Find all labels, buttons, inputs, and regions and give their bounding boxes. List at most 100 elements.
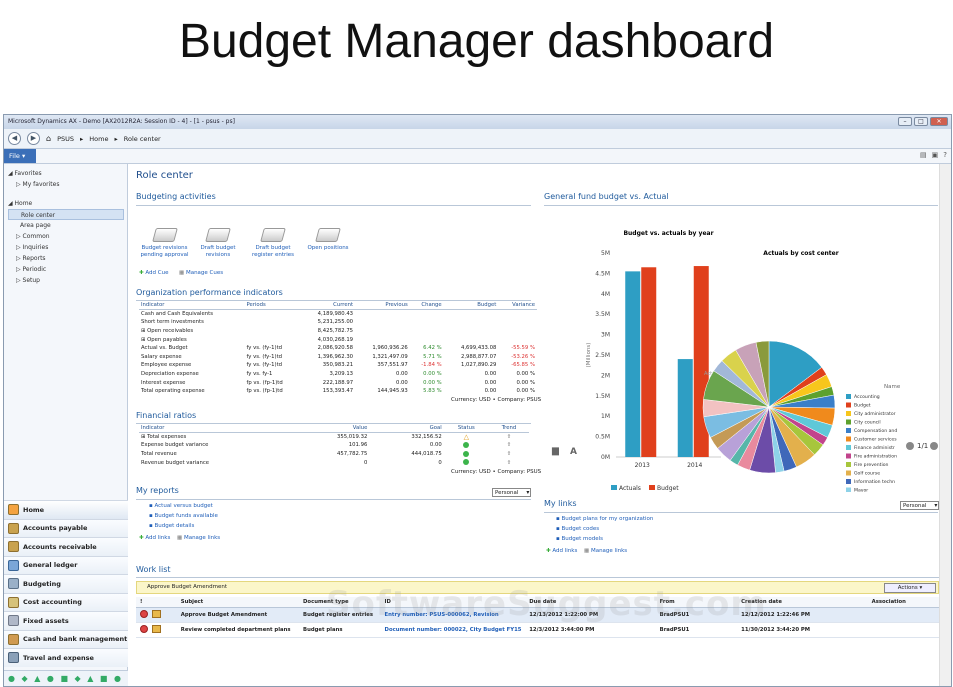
worklist-header[interactable] [148,597,177,608]
opi-row[interactable]: ⊞ Open payables 4,030,268.19 [139,335,537,344]
opi-row[interactable]: Salary expense fy vs. (fy-1)td 1,396,962.3… [139,353,537,362]
manage-cues-link[interactable]: ▦ Manage Cues [179,270,223,276]
module-accounts-payable[interactable]: Accounts payable [4,518,128,537]
module-fixed-assets[interactable]: Fixed assets [4,611,128,630]
breadcrumb-0[interactable]: PSUS [57,135,74,143]
module-cost-accounting[interactable]: Cost accounting [4,592,128,611]
opi-row[interactable]: ⊞ Open receivables 8,425,782.75 [139,327,537,336]
opi-row[interactable]: Total operating expense fp vs. (fp-1)td 15… [139,387,537,396]
nav-item-inquiries[interactable]: ▷ Inquiries [8,242,124,253]
worklist-header[interactable]: Due date [525,597,656,608]
module-travel-expense[interactable]: Travel and expense [4,648,128,667]
ratio-header[interactable]: Goal [369,424,444,434]
reports-manage-links[interactable]: ▦ Manage links [177,535,220,541]
nav-item-periodic[interactable]: ▷ Periodic [8,264,124,275]
opi-row[interactable]: Cash and Cash Equivalents 4,189,980.43 [139,310,537,319]
minimize-button[interactable]: – [898,117,912,126]
worklist-header[interactable]: ! [136,597,149,608]
report-link[interactable]: ▪ Budget funds available [149,513,218,519]
text-size-icon[interactable]: A [570,447,577,457]
vertical-scrollbar[interactable] [939,164,951,686]
cue-budget-revisions-pending[interactable]: Budget revisions pending approval [137,228,192,259]
next-page-icon[interactable] [930,442,938,450]
opi-header[interactable]: Current [300,301,356,311]
ratio-row[interactable]: Total revenue 457,782.75 444,018.75 ⇧ [139,450,529,459]
back-icon[interactable]: ◀ [8,132,21,145]
module-general-ledger[interactable]: General ledger [4,555,128,574]
link-item[interactable]: ▪ Budget codes [556,526,599,532]
cue-draft-budget-revisions[interactable]: Draft budget revisions [193,228,243,259]
opi-row[interactable]: Interest expense fp vs. (fp-1)td 222,188.9… [139,378,537,387]
opi-row[interactable]: Actual vs. Budget fy vs. (fy-1)td 2,086,92… [139,344,537,353]
bar-budget-2013[interactable] [641,267,657,457]
cue-open-positions[interactable]: Open positions [301,228,355,252]
opi-cell: 153,393.47 [322,388,354,395]
maximize-button[interactable]: □ [914,117,928,126]
worklist-header[interactable]: From [655,597,738,608]
module-accounts-receivable[interactable]: Accounts receivable [4,537,128,556]
report-link[interactable]: ▪ Actual versus budget [149,503,213,509]
ratio-header[interactable]: Indicator [139,424,295,434]
ratio-row[interactable]: Expense budget variance 101.96 0.00 ⇧ [139,441,529,450]
opi-header[interactable]: Previous [355,301,410,311]
breadcrumb-2[interactable]: Role center [124,135,161,143]
ratio-header[interactable]: Trend [488,424,529,434]
opi-header[interactable]: Periods [244,301,301,311]
nav-item-role-center[interactable]: Role center [8,209,124,220]
worklist-cell [148,607,177,623]
help-icon[interactable]: ? [943,151,947,159]
ratio-row[interactable]: ⊞ Total expenses 355,019.32 332,156.52 △ ⇧ [139,433,529,442]
opi-row[interactable]: Depreciation expense fy vs. fy-1 3,209.13 0… [139,370,537,379]
forward-icon[interactable]: ▶ [27,132,40,145]
worklist-header[interactable]: Document type [299,597,381,608]
prev-page-icon[interactable] [906,442,914,450]
worklist-header[interactable]: Creation date [737,597,868,608]
nav-item-area-page[interactable]: Area page [8,220,124,231]
my-favorites[interactable]: ▷ My favorites [8,179,124,190]
opi-row[interactable]: Short term investments 5,231,255.00 [139,318,537,327]
opi-row[interactable]: Employee expense fy vs. (fy-1)td 350,983.2… [139,361,537,370]
links-manage-links[interactable]: ▦ Manage links [584,548,627,554]
opi-header[interactable]: Budget [443,301,499,311]
bar-actuals-2014[interactable] [677,359,693,457]
ratio-header[interactable]: Value [295,424,370,434]
nav-item-reports[interactable]: ▷ Reports [8,253,124,264]
links-add-links[interactable]: ✚ Add links [546,548,577,554]
actions-button[interactable]: Actions ▾ [884,583,936,593]
layout-icon[interactable]: ▤ [920,151,927,159]
nav-item-common[interactable]: ▷ Common [8,231,124,242]
worklist-row[interactable]: Approve Budget Amendment Budget register … [136,607,939,623]
link-item[interactable]: ▪ Budget models [556,536,603,542]
opi-header[interactable]: Change [409,301,444,311]
reports-add-links[interactable]: ✚ Add links [139,535,170,541]
cue-draft-budget-register[interactable]: Draft budget register entries [248,228,298,259]
opi-header[interactable]: Indicator [139,301,245,311]
worklist-row[interactable]: Review completed department plans Budget … [136,622,939,638]
worklist-header[interactable]: ID [380,597,526,608]
module-home[interactable]: Home [4,500,128,519]
module-cash-bank[interactable]: Cash and bank management [4,629,128,648]
file-button[interactable]: File ▾ [4,149,36,163]
my-reports-filter[interactable]: Personal [492,488,532,497]
module-budgeting[interactable]: Budgeting [4,574,128,593]
worklist-header[interactable]: Subject [176,597,300,608]
chart-type-icon[interactable]: ▆ [551,446,560,456]
report-link[interactable]: ▪ Budget details [149,523,194,529]
my-links-filter[interactable]: Personal [900,501,940,510]
bar-actuals-2013[interactable] [625,271,641,457]
add-cue-link[interactable]: ✚ Add Cue [139,270,168,276]
ratio-header[interactable]: Status [443,424,489,434]
worklist-header[interactable]: Association [867,597,939,608]
ratio-row[interactable]: Revenue budget variance 0 0 ⇧ [139,458,529,467]
link-item[interactable]: ▪ Budget plans for my organization [556,516,653,522]
nav-item-setup[interactable]: ▷ Setup [8,275,124,286]
window-icon[interactable]: ▣ [932,151,939,159]
home-group[interactable]: ◢ Home [8,198,124,209]
module-shortcuts[interactable]: ● ◆ ▲ ● ■ ◆ ▲ ■ ● [4,670,128,686]
opi-header[interactable]: Variance [498,301,537,311]
home-icon[interactable]: ⌂ [46,134,51,143]
close-button[interactable]: ✕ [930,117,948,126]
opi-cell: Total operating expense [141,388,205,395]
breadcrumb-1[interactable]: Home [89,135,108,143]
favorites-group[interactable]: ◢ Favorites [8,168,124,179]
